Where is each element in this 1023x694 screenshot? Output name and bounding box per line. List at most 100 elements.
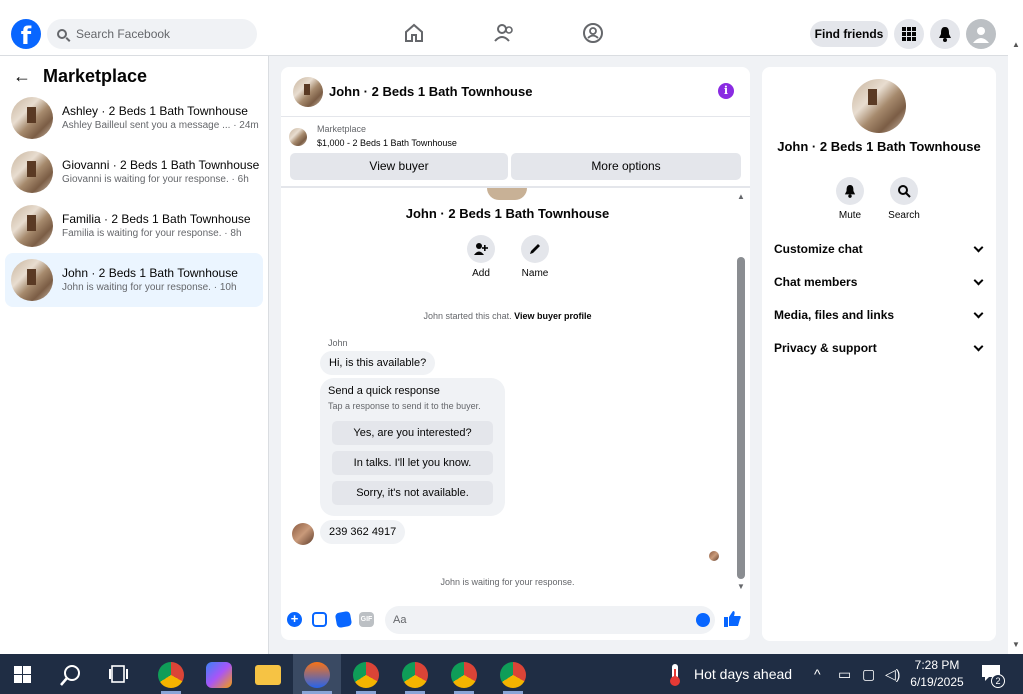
chrome-icon[interactable]: [353, 662, 379, 688]
bell-icon: [939, 27, 951, 42]
search-in-chat-button[interactable]: Search: [884, 177, 924, 221]
scroll-up-arrow-icon[interactable]: ▲: [737, 192, 745, 201]
page-scrollbar[interactable]: ▲ ▼: [1008, 0, 1023, 654]
quick-response-subtitle: Tap a response to send it to the buyer.: [328, 401, 481, 411]
conversation-item[interactable]: Ashley · 2 Beds 1 Bath Townhouse Ashley B…: [5, 91, 263, 145]
pencil-icon: [530, 244, 540, 254]
name-label: Name: [521, 268, 549, 279]
like-thumb-icon[interactable]: [724, 611, 741, 627]
conversation-item[interactable]: Giovanni · 2 Beds 1 Bath Townhouse Giovan…: [5, 145, 263, 199]
menu-grid-button[interactable]: [894, 19, 924, 49]
media-files-links-section[interactable]: Media, files and links: [774, 308, 986, 322]
system-clock[interactable]: 7:28 PM 6/19/2025: [908, 657, 966, 691]
meet-now-icon[interactable]: ▭: [838, 666, 851, 683]
avatar-icon: [973, 27, 989, 43]
plus-icon[interactable]: +: [287, 612, 302, 627]
weather-widget[interactable]: Hot days ahead: [694, 666, 792, 682]
listing-thumbnail: [11, 151, 53, 193]
thermometer-icon[interactable]: [668, 663, 682, 687]
network-icon[interactable]: ▢: [862, 666, 875, 683]
section-label: Privacy & support: [774, 341, 877, 355]
add-label: Add: [472, 268, 490, 279]
gif-icon[interactable]: GIF: [359, 612, 374, 627]
chat-profile-picture: [487, 188, 527, 200]
chrome-icon[interactable]: [158, 662, 184, 688]
conversation-preview: Giovanni is waiting for your response. ·…: [62, 174, 249, 186]
chat-started-text: John started this chat.: [423, 311, 512, 321]
listing-thumbnail: [11, 259, 53, 301]
quick-reply-button[interactable]: In talks. I'll let you know.: [332, 451, 493, 475]
customize-chat-section[interactable]: Customize chat: [774, 242, 986, 256]
view-buyer-profile-link[interactable]: View buyer profile: [514, 311, 591, 321]
conversation-preview: Familia is waiting for your response. · …: [62, 228, 242, 240]
add-person-icon: [474, 243, 488, 255]
scroll-down-arrow-icon[interactable]: ▼: [737, 582, 745, 591]
edit-name-button[interactable]: Name: [515, 235, 555, 279]
info-icon[interactable]: i: [718, 83, 734, 99]
file-explorer-icon[interactable]: [255, 665, 281, 685]
conversation-item[interactable]: Familia · 2 Beds 1 Bath Townhouse Familia…: [5, 199, 263, 253]
more-options-button[interactable]: More options: [511, 153, 741, 180]
chrome-icon[interactable]: [451, 662, 477, 688]
chat-profile-name: John · 2 Beds 1 Bath Townhouse: [405, 206, 610, 221]
chat-scrollbar[interactable]: [737, 257, 745, 579]
listing-thumbnail: [11, 97, 53, 139]
privacy-support-section[interactable]: Privacy & support: [774, 341, 986, 355]
emoji-icon[interactable]: [696, 613, 710, 627]
task-view-icon[interactable]: [109, 665, 129, 683]
section-label: Media, files and links: [774, 308, 895, 322]
chevron-down-icon: [973, 242, 984, 253]
friends-icon[interactable]: [493, 22, 515, 44]
chrome-icon[interactable]: [500, 662, 526, 688]
quick-reply-button[interactable]: Sorry, it's not available.: [332, 481, 493, 505]
sticker-icon[interactable]: [334, 610, 353, 629]
scroll-down-arrow-icon[interactable]: ▼: [1012, 640, 1020, 649]
chat-details-panel: John · 2 Beds 1 Bath Townhouse Mute Sear…: [762, 67, 996, 641]
chevron-up-icon[interactable]: ^: [814, 666, 821, 682]
taskbar-search-icon[interactable]: [60, 664, 82, 686]
chat-details-profile-picture[interactable]: [852, 79, 906, 133]
conversation-item-active[interactable]: John · 2 Beds 1 Bath Townhouse John is wa…: [5, 253, 263, 307]
chat-started-notice: John started this chat. View buyer profi…: [281, 311, 734, 321]
back-arrow-icon[interactable]: ←: [13, 66, 31, 87]
section-label: Customize chat: [774, 242, 863, 256]
search-input[interactable]: Search Facebook: [47, 19, 257, 49]
find-friends-button[interactable]: Find friends: [810, 21, 888, 47]
notification-count-badge: 2: [991, 674, 1005, 688]
facebook-logo-icon[interactable]: f: [11, 19, 41, 49]
clock-date: 6/19/2025: [910, 675, 964, 689]
mute-button[interactable]: Mute: [830, 177, 870, 221]
view-buyer-button[interactable]: View buyer: [290, 153, 508, 180]
sender-avatar[interactable]: [292, 523, 314, 545]
top-navigation-bar: f Search Facebook Find friends: [0, 0, 1008, 56]
search-label: Search: [888, 210, 920, 221]
sidebar-title: Marketplace: [43, 66, 148, 86]
copilot-icon[interactable]: [206, 662, 232, 688]
home-icon[interactable]: [403, 22, 425, 44]
section-label: Chat members: [774, 275, 858, 289]
chat-members-section[interactable]: Chat members: [774, 275, 986, 289]
add-people-button[interactable]: Add: [461, 235, 501, 279]
notifications-button[interactable]: [930, 19, 960, 49]
windows-start-icon[interactable]: [14, 666, 31, 683]
conversation-title: Giovanni · 2 Beds 1 Bath Townhouse: [62, 158, 260, 173]
chevron-down-icon: [973, 341, 984, 352]
quick-reply-button[interactable]: Yes, are you interested?: [332, 421, 493, 445]
mute-label: Mute: [838, 210, 862, 221]
marketplace-label: Marketplace: [317, 124, 367, 134]
photo-icon[interactable]: [312, 612, 327, 627]
volume-icon[interactable]: ◁): [885, 666, 900, 683]
message-bubble: 239 362 4917: [320, 520, 406, 544]
app-icon[interactable]: [304, 662, 330, 688]
groups-icon[interactable]: [582, 22, 604, 44]
chat-listing-thumbnail[interactable]: [293, 76, 323, 107]
conversation-title: Ashley · 2 Beds 1 Bath Townhouse: [62, 104, 248, 119]
scroll-up-arrow-icon[interactable]: ▲: [1012, 40, 1020, 49]
message-composer-input[interactable]: Aa: [385, 606, 715, 634]
conversation-preview: Ashley Bailleul sent you a message ... ·…: [62, 120, 259, 132]
account-avatar-button[interactable]: [966, 19, 996, 49]
waiting-notice: John is waiting for your response.: [440, 577, 575, 587]
chat-title[interactable]: John · 2 Beds 1 Bath Townhouse: [329, 84, 532, 99]
chrome-icon[interactable]: [402, 662, 428, 688]
marketplace-listing-banner[interactable]: Marketplace $1,000 - 2 Beds 1 Bath Townh…: [289, 123, 457, 150]
